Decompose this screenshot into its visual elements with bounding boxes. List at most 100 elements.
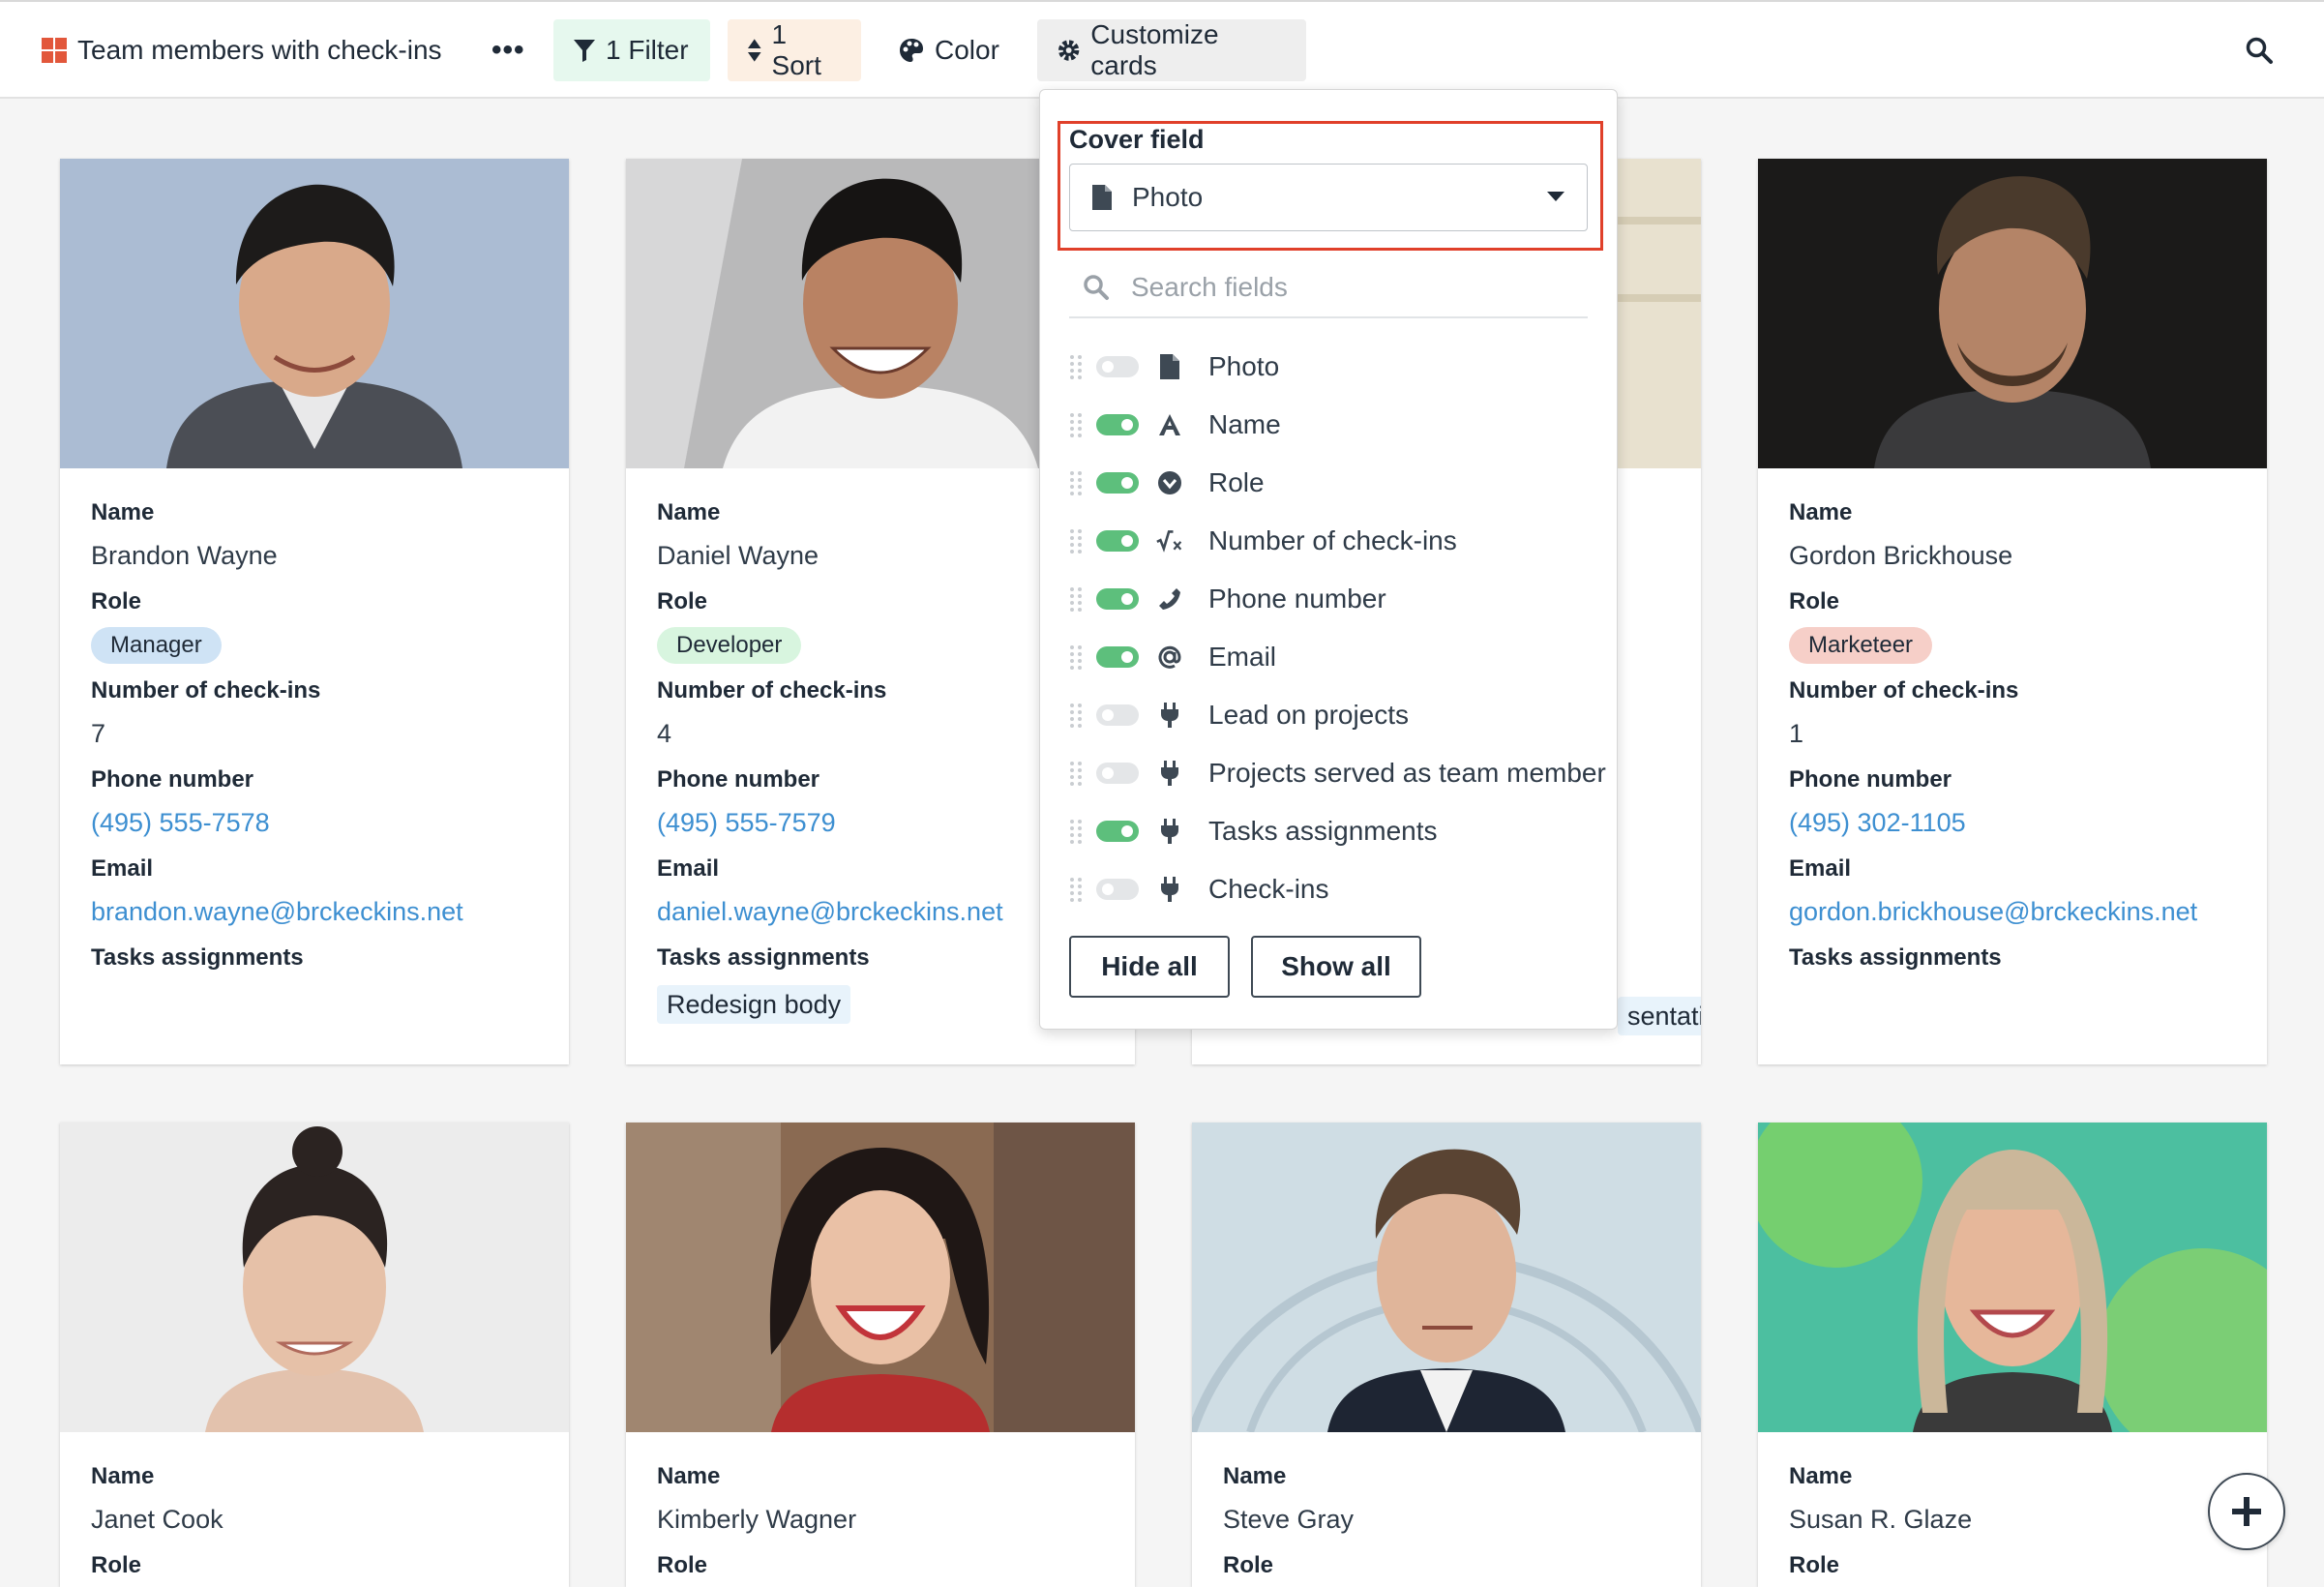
plug-icon bbox=[1156, 818, 1183, 845]
email-label: Email bbox=[1789, 855, 1852, 882]
role-label: Role bbox=[91, 588, 142, 614]
phone-link[interactable]: (495) 555-7578 bbox=[91, 801, 538, 848]
visibility-toggle[interactable] bbox=[1096, 472, 1139, 494]
email-label: Email bbox=[91, 855, 154, 882]
email-link[interactable]: gordon.brickhouse@brckeckins.net bbox=[1789, 890, 2236, 937]
card-kimberly-wagner[interactable]: Name Kimberly Wagner Role bbox=[626, 1123, 1135, 1587]
visibility-toggle[interactable] bbox=[1096, 646, 1139, 668]
name-label: Name bbox=[1789, 499, 1853, 525]
add-record-button[interactable] bbox=[2208, 1473, 2285, 1550]
visibility-toggle[interactable] bbox=[1096, 588, 1139, 610]
search-fields-input[interactable]: Search fields bbox=[1069, 258, 1588, 318]
hide-all-button[interactable]: Hide all bbox=[1069, 936, 1230, 998]
visibility-toggle[interactable] bbox=[1096, 356, 1139, 377]
field-label: Role bbox=[1208, 467, 1265, 497]
card-brandon-wayne[interactable]: Name Brandon Wayne Role Manager Number o… bbox=[60, 159, 569, 1064]
checkins-label: Number of check-ins bbox=[1789, 677, 2019, 704]
text-icon bbox=[1156, 411, 1183, 438]
name-value: Susan R. Glaze bbox=[1789, 1505, 1973, 1534]
drag-handle-icon[interactable] bbox=[1069, 470, 1083, 495]
field-row[interactable]: Phone number bbox=[1069, 572, 1611, 626]
search-button[interactable] bbox=[2235, 19, 2293, 81]
name-value: Brandon Wayne bbox=[91, 541, 278, 570]
visibility-toggle[interactable] bbox=[1096, 763, 1139, 784]
field-row[interactable]: Number of check-ins bbox=[1069, 514, 1611, 568]
field-row[interactable]: Email bbox=[1069, 630, 1611, 684]
name-label: Name bbox=[657, 1463, 721, 1489]
card-steve-gray[interactable]: Name Steve Gray Role bbox=[1192, 1123, 1701, 1587]
phone-icon bbox=[1156, 585, 1183, 613]
field-row[interactable]: Photo bbox=[1069, 340, 1611, 394]
checkins-label: Number of check-ins bbox=[657, 677, 887, 704]
customize-cards-button[interactable]: Customize cards bbox=[1037, 19, 1306, 81]
filter-button[interactable]: 1 Filter bbox=[553, 19, 710, 81]
field-row[interactable]: Name bbox=[1069, 398, 1611, 452]
phone-link[interactable]: (495) 302-1105 bbox=[1789, 801, 2236, 848]
more-icon: ••• bbox=[492, 34, 525, 66]
name-label: Name bbox=[91, 1463, 155, 1489]
visibility-toggle[interactable] bbox=[1096, 879, 1139, 900]
color-button[interactable]: Color bbox=[879, 19, 1024, 81]
drag-handle-icon[interactable] bbox=[1069, 819, 1083, 844]
role-label: Role bbox=[657, 1552, 708, 1578]
visibility-toggle[interactable] bbox=[1096, 821, 1139, 842]
filter-label: 1 Filter bbox=[606, 35, 689, 65]
cover-field-value: Photo bbox=[1132, 182, 1204, 212]
drag-handle-icon[interactable] bbox=[1069, 644, 1083, 670]
drag-handle-icon[interactable] bbox=[1069, 586, 1083, 612]
checkins-value: 7 bbox=[91, 719, 106, 748]
cover-photo bbox=[626, 1123, 1135, 1432]
field-row[interactable]: Tasks assignments bbox=[1069, 804, 1611, 858]
drag-handle-icon[interactable] bbox=[1069, 354, 1083, 379]
drag-handle-icon[interactable] bbox=[1069, 877, 1083, 902]
field-row[interactable]: Projects served as team member bbox=[1069, 746, 1611, 800]
field-label: Email bbox=[1208, 642, 1277, 672]
drag-handle-icon[interactable] bbox=[1069, 528, 1083, 554]
drag-handle-icon[interactable] bbox=[1069, 703, 1083, 728]
field-label: Lead on projects bbox=[1208, 700, 1410, 730]
card-janet-cook[interactable]: Name Janet Cook Role bbox=[60, 1123, 569, 1587]
toolbar: Team members with check-ins ••• 1 Filter… bbox=[0, 0, 2324, 99]
cover-photo bbox=[1758, 159, 2267, 468]
task-chip[interactable]: Redesign body bbox=[657, 985, 851, 1024]
show-all-button[interactable]: Show all bbox=[1251, 936, 1421, 998]
tasks-label: Tasks assignments bbox=[91, 944, 304, 971]
drag-handle-icon[interactable] bbox=[1069, 412, 1083, 437]
tasks-label: Tasks assignments bbox=[657, 944, 870, 971]
cover-photo bbox=[1758, 1123, 2267, 1432]
card-gordon-brickhouse[interactable]: Name Gordon Brickhouse Role Marketeer Nu… bbox=[1758, 159, 2267, 1064]
sort-icon bbox=[747, 39, 761, 62]
drag-handle-icon[interactable] bbox=[1069, 761, 1083, 786]
sort-button[interactable]: 1 Sort bbox=[728, 19, 861, 81]
color-label: Color bbox=[935, 35, 999, 65]
cover-field-select[interactable]: Photo bbox=[1069, 164, 1588, 231]
email-link[interactable]: daniel.wayne@brckeckins.net bbox=[657, 890, 1104, 937]
plug-icon bbox=[1156, 702, 1183, 729]
visibility-toggle[interactable] bbox=[1096, 414, 1139, 435]
phone-label: Phone number bbox=[657, 766, 820, 793]
phone-link[interactable]: (495) 555-7579 bbox=[657, 801, 1104, 848]
visibility-toggle[interactable] bbox=[1096, 530, 1139, 552]
field-row[interactable]: Check-ins bbox=[1069, 862, 1611, 916]
more-options-button[interactable]: ••• bbox=[480, 19, 537, 81]
role-label: Role bbox=[91, 1552, 142, 1578]
palette-icon bbox=[900, 39, 923, 62]
field-label: Tasks assignments bbox=[1208, 816, 1438, 846]
field-row[interactable]: Role bbox=[1069, 456, 1611, 510]
visibility-toggle[interactable] bbox=[1096, 704, 1139, 726]
field-label: Check-ins bbox=[1208, 874, 1329, 904]
cover-photo bbox=[60, 159, 569, 468]
name-label: Name bbox=[1789, 1463, 1853, 1489]
role-label: Role bbox=[1223, 1552, 1274, 1578]
email-link[interactable]: brandon.wayne@brckeckins.net bbox=[91, 890, 538, 937]
cover-field-title: Cover field bbox=[1069, 125, 1205, 154]
gear-icon bbox=[1058, 40, 1080, 61]
tasks-label: Tasks assignments bbox=[1789, 944, 2002, 971]
card-susan-glaze[interactable]: Name Susan R. Glaze Role bbox=[1758, 1123, 2267, 1587]
name-value: Gordon Brickhouse bbox=[1789, 541, 2013, 570]
task-chip[interactable]: sentatic bbox=[1618, 997, 1701, 1035]
search-icon bbox=[1084, 275, 1109, 300]
role-label: Role bbox=[657, 588, 708, 614]
field-row[interactable]: Lead on projects bbox=[1069, 688, 1611, 742]
view-title[interactable]: Team members with check-ins bbox=[23, 19, 460, 81]
